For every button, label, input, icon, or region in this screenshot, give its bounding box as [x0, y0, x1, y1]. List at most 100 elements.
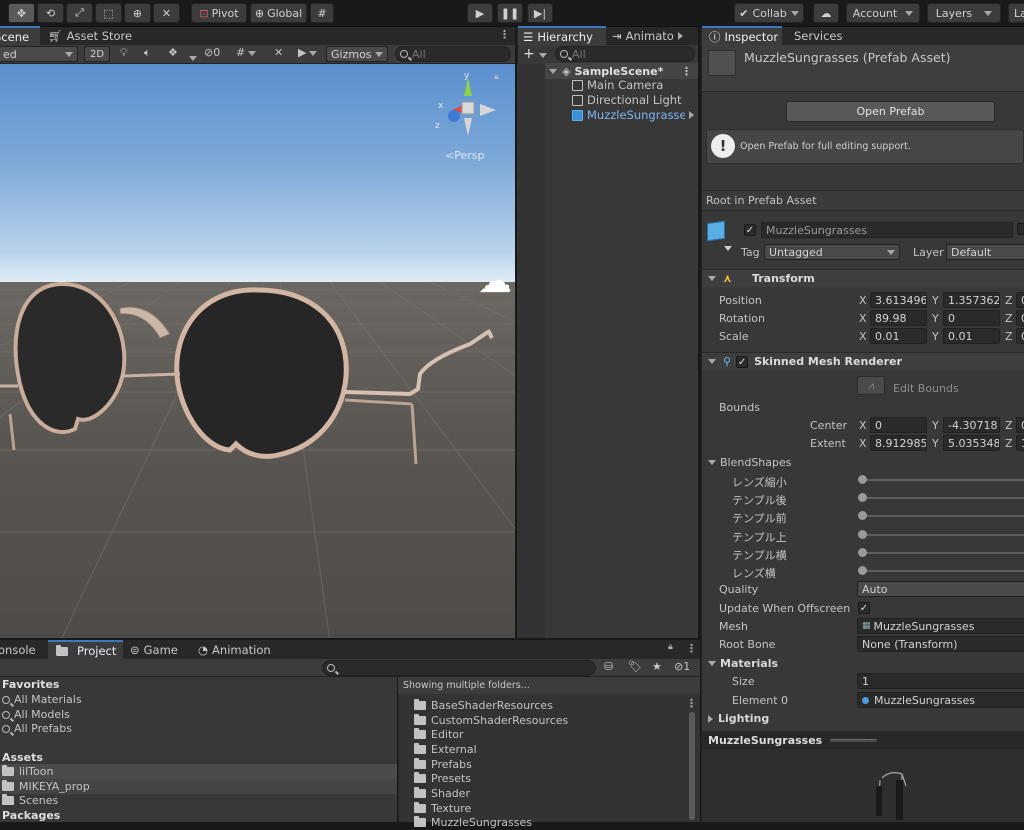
play-button[interactable]: ▶	[467, 3, 493, 23]
quality-dropdown[interactable]: Auto	[857, 581, 1024, 597]
static-checkbox[interactable]	[1017, 223, 1024, 235]
folder-item[interactable]: Presets	[414, 771, 568, 786]
tag-dropdown[interactable]: Untagged	[764, 244, 900, 260]
transform-tool-button[interactable]: ⊕	[124, 3, 151, 23]
blendshape-slider-track[interactable]	[862, 497, 1024, 499]
hierarchy-add-button[interactable]: +	[523, 46, 547, 62]
effects-icon[interactable]: ❖	[168, 46, 178, 59]
blendshapes-foldout[interactable]: BlendShapes	[708, 456, 792, 469]
blendshape-slider-knob[interactable]	[858, 493, 867, 502]
lighting-foldout[interactable]: Lighting	[708, 712, 769, 725]
pivot-button[interactable]: ⊡Pivot	[191, 3, 247, 23]
favorite-item[interactable]: All Prefabs	[2, 722, 72, 735]
blendshape-slider-track[interactable]	[862, 479, 1024, 481]
blendshape-slider-knob[interactable]	[858, 566, 867, 575]
edit-bounds-button[interactable]: ⩘	[857, 376, 885, 395]
prefab-open-arrow-icon[interactable]	[689, 111, 694, 119]
tab-menu-icon[interactable]: ⋮	[499, 28, 510, 41]
layers-button[interactable]: Layers	[927, 3, 1001, 23]
folder-item[interactable]: MuzzleSungrasses	[414, 816, 568, 830]
favorite-item[interactable]: All Materials	[2, 693, 82, 706]
search-by-label-icon[interactable]: 🏷︎	[628, 660, 642, 673]
tab-project[interactable]: Project	[48, 640, 123, 660]
scale-y-field[interactable]: 0.01	[943, 328, 1000, 344]
resize-handle-icon[interactable]: ════════	[830, 734, 875, 747]
position-x-field[interactable]: 3.613496€	[870, 292, 927, 308]
blendshape-slider-track[interactable]	[862, 534, 1024, 536]
audio-icon[interactable]: 🔈︎	[144, 46, 151, 60]
extent-z-field[interactable]: 1	[1016, 435, 1024, 451]
center-z-field[interactable]: 0	[1016, 417, 1024, 433]
blendshape-slider-track[interactable]	[862, 515, 1024, 517]
shading-mode-dropdown[interactable]: ed	[0, 46, 78, 62]
extent-y-field[interactable]: 5.035348	[943, 435, 1000, 451]
blendshape-slider-track[interactable]	[862, 552, 1024, 554]
rect-tool-button[interactable]: ⬚	[95, 3, 122, 23]
collab-button[interactable]: ✔Collab	[734, 3, 804, 23]
position-y-field[interactable]: 1.357362	[943, 292, 1000, 308]
transform-header[interactable]: ⋏ Transform	[702, 269, 1024, 287]
scale-tool-button[interactable]: ⤢	[66, 3, 93, 23]
asset-folder-item[interactable]: lilToon	[0, 764, 397, 779]
content-menu-icon[interactable]: ⋮	[686, 697, 697, 710]
scale-x-field[interactable]: 0.01	[870, 328, 927, 344]
blendshape-slider-knob[interactable]	[858, 530, 867, 539]
layout-button[interactable]: La	[1008, 3, 1024, 23]
effects-dropdown-icon[interactable]	[189, 51, 197, 64]
hierarchy-item-directional-light[interactable]: Directional Light	[572, 93, 682, 107]
lighting-icon[interactable]: 💡︎	[120, 46, 128, 60]
icon-dropdown-arrow-icon[interactable]	[724, 241, 732, 254]
scene-search-input[interactable]: All	[395, 46, 511, 62]
scale-z-field[interactable]: 0	[1016, 328, 1024, 344]
asset-folder-item[interactable]: Scenes	[0, 794, 58, 807]
active-checkbox[interactable]: ✓	[744, 223, 756, 236]
object-name-field[interactable]: MuzzleSungrasses	[761, 222, 1013, 238]
tab-services[interactable]: Services	[788, 26, 858, 46]
folder-item[interactable]: Editor	[414, 727, 568, 742]
folder-item[interactable]: BaseShaderResources	[414, 698, 568, 713]
center-x-field[interactable]: 0	[870, 417, 927, 433]
preview-area[interactable]	[702, 749, 1024, 822]
rotation-x-field[interactable]: 89.98	[870, 310, 927, 326]
favorite-star-icon[interactable]: ★	[652, 660, 662, 673]
update-offscreen-checkbox[interactable]: ✓	[858, 601, 870, 614]
blendshape-slider-knob[interactable]	[858, 548, 867, 557]
hidden-packages-icon[interactable]: ⊘1	[674, 660, 690, 673]
project-search-input[interactable]	[322, 660, 596, 676]
folder-item[interactable]: External	[414, 742, 568, 757]
lock-icon[interactable]: 🔒︎	[494, 72, 499, 82]
extent-x-field[interactable]: 8.912985	[870, 435, 927, 451]
enabled-checkbox[interactable]: ✓	[736, 356, 748, 368]
scene-row[interactable]: ◈ SampleScene* ⋮	[545, 63, 698, 79]
2d-toggle[interactable]: 2D	[84, 46, 110, 62]
snap-button[interactable]: #	[310, 3, 334, 23]
tab-animator[interactable]: ⇥Animato	[612, 26, 688, 46]
blendshape-slider-knob[interactable]	[858, 511, 867, 520]
persp-label[interactable]: <Persp	[445, 149, 484, 162]
bottom-menu-icon[interactable]: ⋮	[686, 642, 697, 655]
favorites-header[interactable]: Favorites	[2, 678, 59, 691]
cloud-button[interactable]: ☁	[813, 3, 839, 23]
global-button[interactable]: ⊕Global	[250, 3, 307, 23]
mesh-field[interactable]: ▦MuzzleSungrasses	[857, 618, 1024, 634]
center-y-field[interactable]: -4.30718	[943, 417, 1000, 433]
account-button[interactable]: Account	[846, 3, 920, 23]
favorite-item[interactable]: All Models	[2, 708, 70, 721]
hierarchy-item-main-camera[interactable]: Main Camera	[572, 78, 663, 92]
smr-header[interactable]: ⚲ ✓ Skinned Mesh Renderer	[702, 352, 1024, 370]
assets-header[interactable]: Assets	[2, 751, 43, 764]
tab-animation[interactable]: ◔Animation	[198, 640, 278, 660]
rotation-y-field[interactable]: 0	[943, 310, 1000, 326]
scene-menu-icon[interactable]: ⋮	[681, 65, 692, 78]
materials-foldout[interactable]: Materials	[708, 657, 778, 670]
tools-icon[interactable]: ✕	[274, 46, 283, 59]
blendshape-slider-track[interactable]	[862, 570, 1024, 572]
layer-dropdown[interactable]: Default	[946, 244, 1024, 260]
content-scrollbar[interactable]	[689, 712, 695, 820]
tab-console[interactable]: onsole	[0, 640, 45, 660]
rotate-tool-button[interactable]: ⟲	[37, 3, 64, 23]
folder-item[interactable]: Texture	[414, 801, 568, 816]
move-tool-button[interactable]: ✥	[8, 3, 35, 23]
folder-item[interactable]: CustomShaderResources	[414, 713, 568, 728]
camera-icon[interactable]: ▶	[298, 46, 317, 59]
